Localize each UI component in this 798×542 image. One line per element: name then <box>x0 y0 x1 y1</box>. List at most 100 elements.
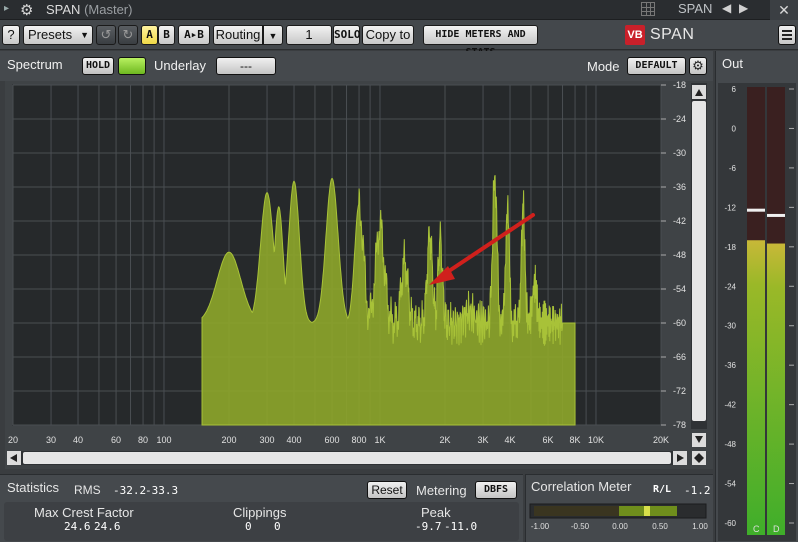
presets-label: Presets <box>28 27 73 42</box>
rl-value: -1.2 <box>684 484 711 497</box>
hide-meters-button[interactable]: HIDE METERS AND STATS <box>423 25 538 58</box>
db-tick-label: -30 <box>673 148 686 158</box>
spectrum-label: Spectrum <box>7 57 63 72</box>
redo-icon: ↻ <box>122 27 134 42</box>
crest-right-value: 24.6 <box>94 520 121 533</box>
hold-toggle[interactable] <box>118 57 146 75</box>
window-title: SPAN (Master) <box>46 2 132 17</box>
correlation-scale-label: -0.50 <box>571 522 590 531</box>
frequency-tick-label: 60 <box>111 435 121 445</box>
frequency-tick-label: 40 <box>73 435 83 445</box>
gear-icon[interactable]: ⚙ <box>20 1 33 19</box>
app-name: SPAN <box>46 2 81 17</box>
db-tick-label: -36 <box>673 182 686 192</box>
undo-button[interactable]: ↺ <box>96 25 116 45</box>
meter-scale-label: 0 <box>732 124 737 133</box>
frequency-tick-label: 8K <box>570 435 581 445</box>
left-meter-level <box>747 240 765 535</box>
db-scale: -18 -24 -30 -36 -42 -48 -54 -60 -66 -72 -78 <box>661 80 686 430</box>
db-tick-label: -18 <box>673 81 686 90</box>
chevron-down-icon: ▼ <box>80 30 89 40</box>
horizontal-scroll-thumb[interactable] <box>23 452 671 464</box>
correlation-scale: -1.00 -0.50 0.00 0.50 1.00 <box>531 522 708 531</box>
correlation-scale-label: 0.00 <box>612 522 628 531</box>
meter-scale-label: -12 <box>724 203 736 212</box>
close-button[interactable]: ✕ <box>770 0 798 20</box>
gear-icon: ⚙ <box>692 58 704 73</box>
statistics-label: Statistics <box>7 480 60 495</box>
rl-label: R/L <box>653 484 672 495</box>
vertical-scroll-thumb[interactable] <box>692 101 706 421</box>
help-button[interactable]: ? <box>2 25 20 45</box>
underlay-label: Underlay <box>154 58 207 73</box>
correlation-scale-label: -1.00 <box>531 522 550 531</box>
spectrum-display: -18 -24 -30 -36 -42 -48 -54 -60 -66 -72 -78 20 30 40… <box>5 80 713 469</box>
title-bar: ▸ ⚙ SPAN (Master) SPAN ◀ ▶ ✕ <box>0 0 798 20</box>
db-tick-label: -66 <box>673 352 686 362</box>
undo-icon: ↺ <box>100 27 112 42</box>
collapse-arrow-icon[interactable]: ▸ <box>4 3 9 14</box>
metering-label: Metering <box>416 483 467 498</box>
meter-scale-label: -18 <box>724 243 736 252</box>
correlation-panel: Correlation Meter R/L -1.2 -1.00 -0.50 0.0… <box>525 474 713 542</box>
spectrum-graph[interactable]: -18 -24 -30 -36 -42 -48 -54 -60 -66 -72 -78 20 30 40… <box>5 80 713 469</box>
frequency-tick-label: 6K <box>543 435 554 445</box>
clippings-label: Clippings <box>233 505 287 520</box>
meter-scale-label: -54 <box>724 480 736 489</box>
chevron-down-icon: ▼ <box>268 31 278 41</box>
meter-scale-label: -60 <box>724 519 736 528</box>
correlation-neg-zone <box>534 506 619 516</box>
routing-dropdown-arrow[interactable]: ▼ <box>263 25 283 45</box>
copy-to-button[interactable]: Copy to <box>362 25 414 45</box>
logo-text: SPAN <box>650 26 695 43</box>
peak-left-value: -9.7 <box>415 520 442 533</box>
correlation-indicator <box>644 506 650 516</box>
clip-left-value: 0 <box>245 520 252 533</box>
mode-dropdown[interactable]: DEFAULT <box>627 57 686 75</box>
output-meter: 6 0 -6 -12 -18 -24 -30 -36 -42 -48 -54 -60 C D <box>718 83 796 541</box>
crest-factor-label: Max Crest Factor <box>34 505 134 520</box>
spectrum-header: Spectrum HOLD Underlay --- Mode DEFAULT … <box>0 51 713 81</box>
reset-button[interactable]: Reset <box>367 481 407 499</box>
prev-plugin-arrow-icon[interactable]: ◀ <box>722 1 731 15</box>
metering-dropdown[interactable]: DBFS <box>475 481 517 499</box>
correlation-meter: -1.00 -0.50 0.00 0.50 1.00 <box>529 503 708 531</box>
grid-icon[interactable] <box>641 2 655 16</box>
menu-button[interactable] <box>778 25 796 45</box>
frequency-tick-label: 600 <box>325 435 340 445</box>
voxengo-logo-icon: VB <box>625 25 645 45</box>
channel-field[interactable]: 1 <box>286 25 332 45</box>
frequency-tick-label: 30 <box>46 435 56 445</box>
output-meter-panel: Out 6 0 -6 -12 -18 -24 -30 -36 -42 -48 -54 -60 C D <box>715 51 798 542</box>
redo-button[interactable]: ↻ <box>118 25 138 45</box>
meter-scale-label: -24 <box>724 282 736 291</box>
underlay-dropdown[interactable]: --- <box>216 57 276 75</box>
hamburger-icon-line <box>782 34 792 36</box>
rms-label: RMS <box>74 483 101 497</box>
spectrum-settings-button[interactable]: ⚙ <box>689 57 707 75</box>
routing-button[interactable]: Routing <box>213 25 263 45</box>
hold-button[interactable]: HOLD <box>82 57 114 75</box>
db-tick-label: -48 <box>673 250 686 260</box>
right-peak-marker <box>767 213 785 217</box>
copy-a-to-b-button[interactable]: A▸B <box>178 25 210 45</box>
statistics-values: Max Crest Factor 24.6 24.6 Clippings 0 0… <box>4 502 519 541</box>
frequency-tick-label: 80 <box>138 435 148 445</box>
hamburger-icon-line <box>782 38 792 40</box>
next-plugin-arrow-icon[interactable]: ▶ <box>739 1 748 15</box>
solo-button[interactable]: SOLO <box>333 25 361 45</box>
statistics-panel: Statistics RMS -32.2 -33.3 Reset Meterin… <box>0 474 523 542</box>
meter-channel-right: D <box>773 524 780 534</box>
preset-b-button[interactable]: B <box>158 25 175 45</box>
presets-dropdown[interactable]: Presets ▼ <box>23 25 93 45</box>
mode-label: Mode <box>587 59 620 74</box>
frequency-tick-label: 400 <box>287 435 302 445</box>
frequency-tick-label: 100 <box>156 435 171 445</box>
right-meter-level <box>767 243 785 535</box>
meter-scale-label: -30 <box>724 322 736 331</box>
preset-a-button[interactable]: A <box>141 25 158 45</box>
meter-scale-label: -42 <box>724 401 736 410</box>
rms-left-value: -32.2 <box>113 484 147 497</box>
rms-right-value: -33.3 <box>145 484 179 497</box>
frequency-tick-label: 200 <box>221 435 236 445</box>
